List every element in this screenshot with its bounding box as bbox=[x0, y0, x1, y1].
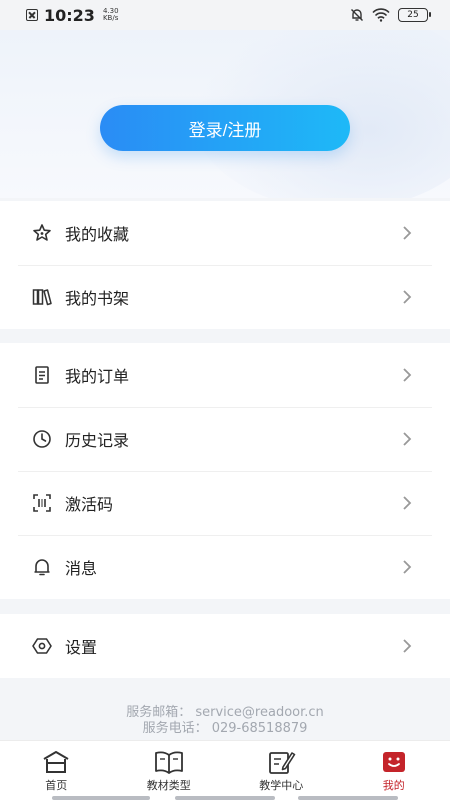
menu-item-settings[interactable]: 设置 bbox=[0, 614, 450, 678]
menu-item-activation-code[interactable]: 激活码 bbox=[0, 471, 450, 535]
service-email: 服务邮箱： service@readoor.cn bbox=[126, 705, 324, 720]
network-speed-unit: KB/s bbox=[102, 14, 119, 22]
chevron-right-icon bbox=[403, 368, 412, 382]
menu-group-settings: 设置 bbox=[0, 614, 450, 678]
menu-item-label: 设置 bbox=[65, 638, 98, 657]
menu-group-account: 我的订单 历史记录 激活码 消息 bbox=[0, 343, 450, 599]
menu-item-history[interactable]: 历史记录 bbox=[0, 407, 450, 471]
menu-item-label: 激活码 bbox=[65, 495, 114, 514]
sim-off-icon bbox=[26, 9, 38, 21]
chevron-right-icon bbox=[403, 639, 412, 653]
status-bar: 10:23 4.30 KB/s 25 bbox=[0, 0, 450, 30]
chevron-right-icon bbox=[403, 290, 412, 304]
menu-item-bookshelf[interactable]: 我的书架 bbox=[0, 265, 450, 329]
clock-icon bbox=[32, 429, 52, 449]
bell-icon bbox=[32, 557, 52, 577]
tab-label: 我的 bbox=[382, 779, 405, 792]
chevron-right-icon bbox=[403, 496, 412, 510]
system-nav-bar-segment bbox=[52, 796, 150, 800]
bookshelf-icon bbox=[32, 287, 52, 307]
tab-teaching-center[interactable]: 教学中心 bbox=[225, 741, 338, 800]
order-icon bbox=[32, 365, 52, 385]
scan-code-icon bbox=[32, 493, 52, 513]
tab-home[interactable]: 首页 bbox=[0, 741, 113, 800]
login-register-button[interactable]: 登录/注册 bbox=[100, 105, 350, 151]
home-icon bbox=[41, 749, 71, 775]
menu-item-favorites[interactable]: 我的收藏 bbox=[0, 201, 450, 265]
tab-label: 首页 bbox=[45, 779, 68, 792]
menu-item-label: 消息 bbox=[65, 559, 98, 578]
status-time: 10:23 bbox=[44, 5, 95, 25]
tab-label: 教学中心 bbox=[259, 779, 304, 792]
profile-header: 登录/注册 bbox=[0, 30, 450, 198]
service-phone: 服务电话： 029-68518879 bbox=[142, 721, 308, 736]
book-icon bbox=[154, 749, 184, 775]
menu-item-label: 我的收藏 bbox=[65, 225, 130, 244]
menu-item-label: 我的书架 bbox=[65, 289, 130, 308]
battery-indicator: 25 bbox=[398, 8, 431, 22]
system-nav-bar-segment bbox=[175, 796, 275, 800]
menu-group-collection: 我的收藏 我的书架 bbox=[0, 201, 450, 329]
mute-bell-icon bbox=[351, 9, 363, 21]
star-icon bbox=[32, 223, 52, 243]
wifi-icon bbox=[372, 8, 390, 22]
chevron-right-icon bbox=[403, 432, 412, 446]
tab-mine[interactable]: 我的 bbox=[338, 741, 450, 800]
menu-item-orders[interactable]: 我的订单 bbox=[0, 343, 450, 407]
menu-item-messages[interactable]: 消息 bbox=[0, 535, 450, 599]
network-speed: 4.30 KB/s bbox=[103, 8, 119, 22]
settings-icon bbox=[32, 636, 52, 656]
tab-label: 教材类型 bbox=[146, 779, 191, 792]
system-nav-bar-segment bbox=[298, 796, 398, 800]
tab-textbook-types[interactable]: 教材类型 bbox=[113, 741, 226, 800]
menu-item-label: 历史记录 bbox=[65, 431, 130, 450]
chevron-right-icon bbox=[403, 560, 412, 574]
profile-icon bbox=[379, 749, 409, 775]
edit-icon bbox=[266, 749, 296, 775]
bottom-tab-bar: 首页 教材类型 教学中心 我的 bbox=[0, 740, 450, 800]
menu-item-label: 我的订单 bbox=[65, 367, 130, 386]
chevron-right-icon bbox=[403, 226, 412, 240]
